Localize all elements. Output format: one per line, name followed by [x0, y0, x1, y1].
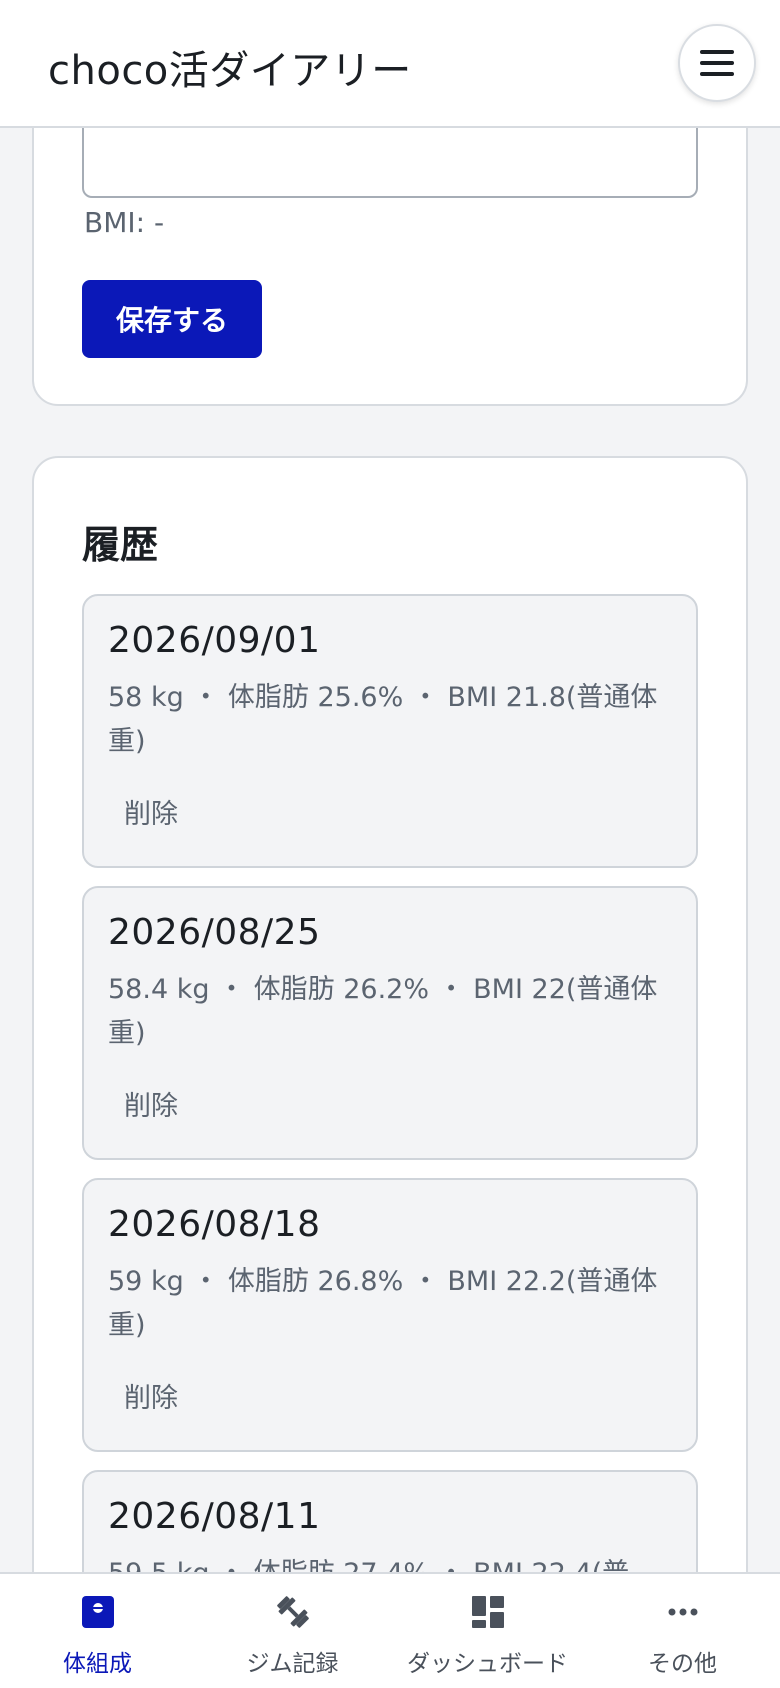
entry-stats: 58.4 kg ・ 体脂肪 26.2% ・ BMI 22(普通体重): [108, 974, 658, 1049]
save-button[interactable]: 保存する: [82, 280, 262, 358]
entry-stats: 58 kg ・ 体脂肪 25.6% ・ BMI 21.8(普通体重): [108, 682, 658, 757]
memo-input[interactable]: [82, 128, 698, 198]
nav-dashboard[interactable]: ダッシュボード: [390, 1574, 585, 1688]
app-title: choco活ダイアリー: [48, 48, 412, 94]
delete-button[interactable]: 削除: [108, 1368, 194, 1423]
body-composition-form-card: BMI: - 保存する: [32, 128, 748, 406]
body-composition-icon: [78, 1592, 118, 1632]
history-entry: 2026/08/18 59 kg ・ 体脂肪 26.8% ・ BMI 22.2(…: [82, 1178, 698, 1452]
entry-date: 2026/09/01: [108, 620, 321, 661]
history-entry: 2026/08/11 59.5 kg ・ 体脂肪 27.4% ・ BMI 22.…: [82, 1470, 698, 1572]
bottom-navigation: 体組成 ジム記録 ダッシュボード その他: [0, 1572, 780, 1688]
entry-date: 2026/08/25: [108, 912, 321, 953]
entry-date: 2026/08/18: [108, 1204, 321, 1245]
history-card: 履歴 2026/09/01 58 kg ・ 体脂肪 25.6% ・ BMI 21…: [32, 456, 748, 1572]
delete-button[interactable]: 削除: [108, 784, 194, 839]
dashboard-icon: [468, 1592, 508, 1632]
app-screen: choco活ダイアリー BMI: - 保存する 履歴 2026/09/01 58…: [0, 0, 780, 1688]
entry-stats: 59.5 kg ・ 体脂肪 27.4% ・ BMI 22.4(普: [108, 1552, 668, 1572]
more-icon: [663, 1592, 703, 1632]
content-scroll-area[interactable]: BMI: - 保存する 履歴 2026/09/01 58 kg ・ 体脂肪 25…: [0, 128, 780, 1572]
history-title: 履歴: [82, 523, 159, 567]
hamburger-menu-icon: [700, 50, 734, 76]
menu-button[interactable]: [678, 24, 756, 102]
nav-label: その他: [648, 1651, 717, 1677]
bmi-readout: BMI: -: [84, 206, 165, 239]
history-entry: 2026/08/25 58.4 kg ・ 体脂肪 26.2% ・ BMI 22(…: [82, 886, 698, 1160]
nav-label: 体組成: [63, 1651, 132, 1677]
nav-label: ジム記録: [246, 1651, 339, 1677]
delete-button[interactable]: 削除: [108, 1076, 194, 1131]
nav-other[interactable]: その他: [585, 1574, 780, 1688]
nav-label: ダッシュボード: [407, 1651, 568, 1677]
app-header: choco活ダイアリー: [0, 0, 780, 128]
nav-body-composition[interactable]: 体組成: [0, 1574, 195, 1688]
entry-date: 2026/08/11: [108, 1496, 321, 1537]
nav-gym-log[interactable]: ジム記録: [195, 1574, 390, 1688]
dumbbell-icon: [273, 1592, 313, 1632]
history-entry: 2026/09/01 58 kg ・ 体脂肪 25.6% ・ BMI 21.8(…: [82, 594, 698, 868]
entry-stats: 59 kg ・ 体脂肪 26.8% ・ BMI 22.2(普通体重): [108, 1266, 658, 1341]
